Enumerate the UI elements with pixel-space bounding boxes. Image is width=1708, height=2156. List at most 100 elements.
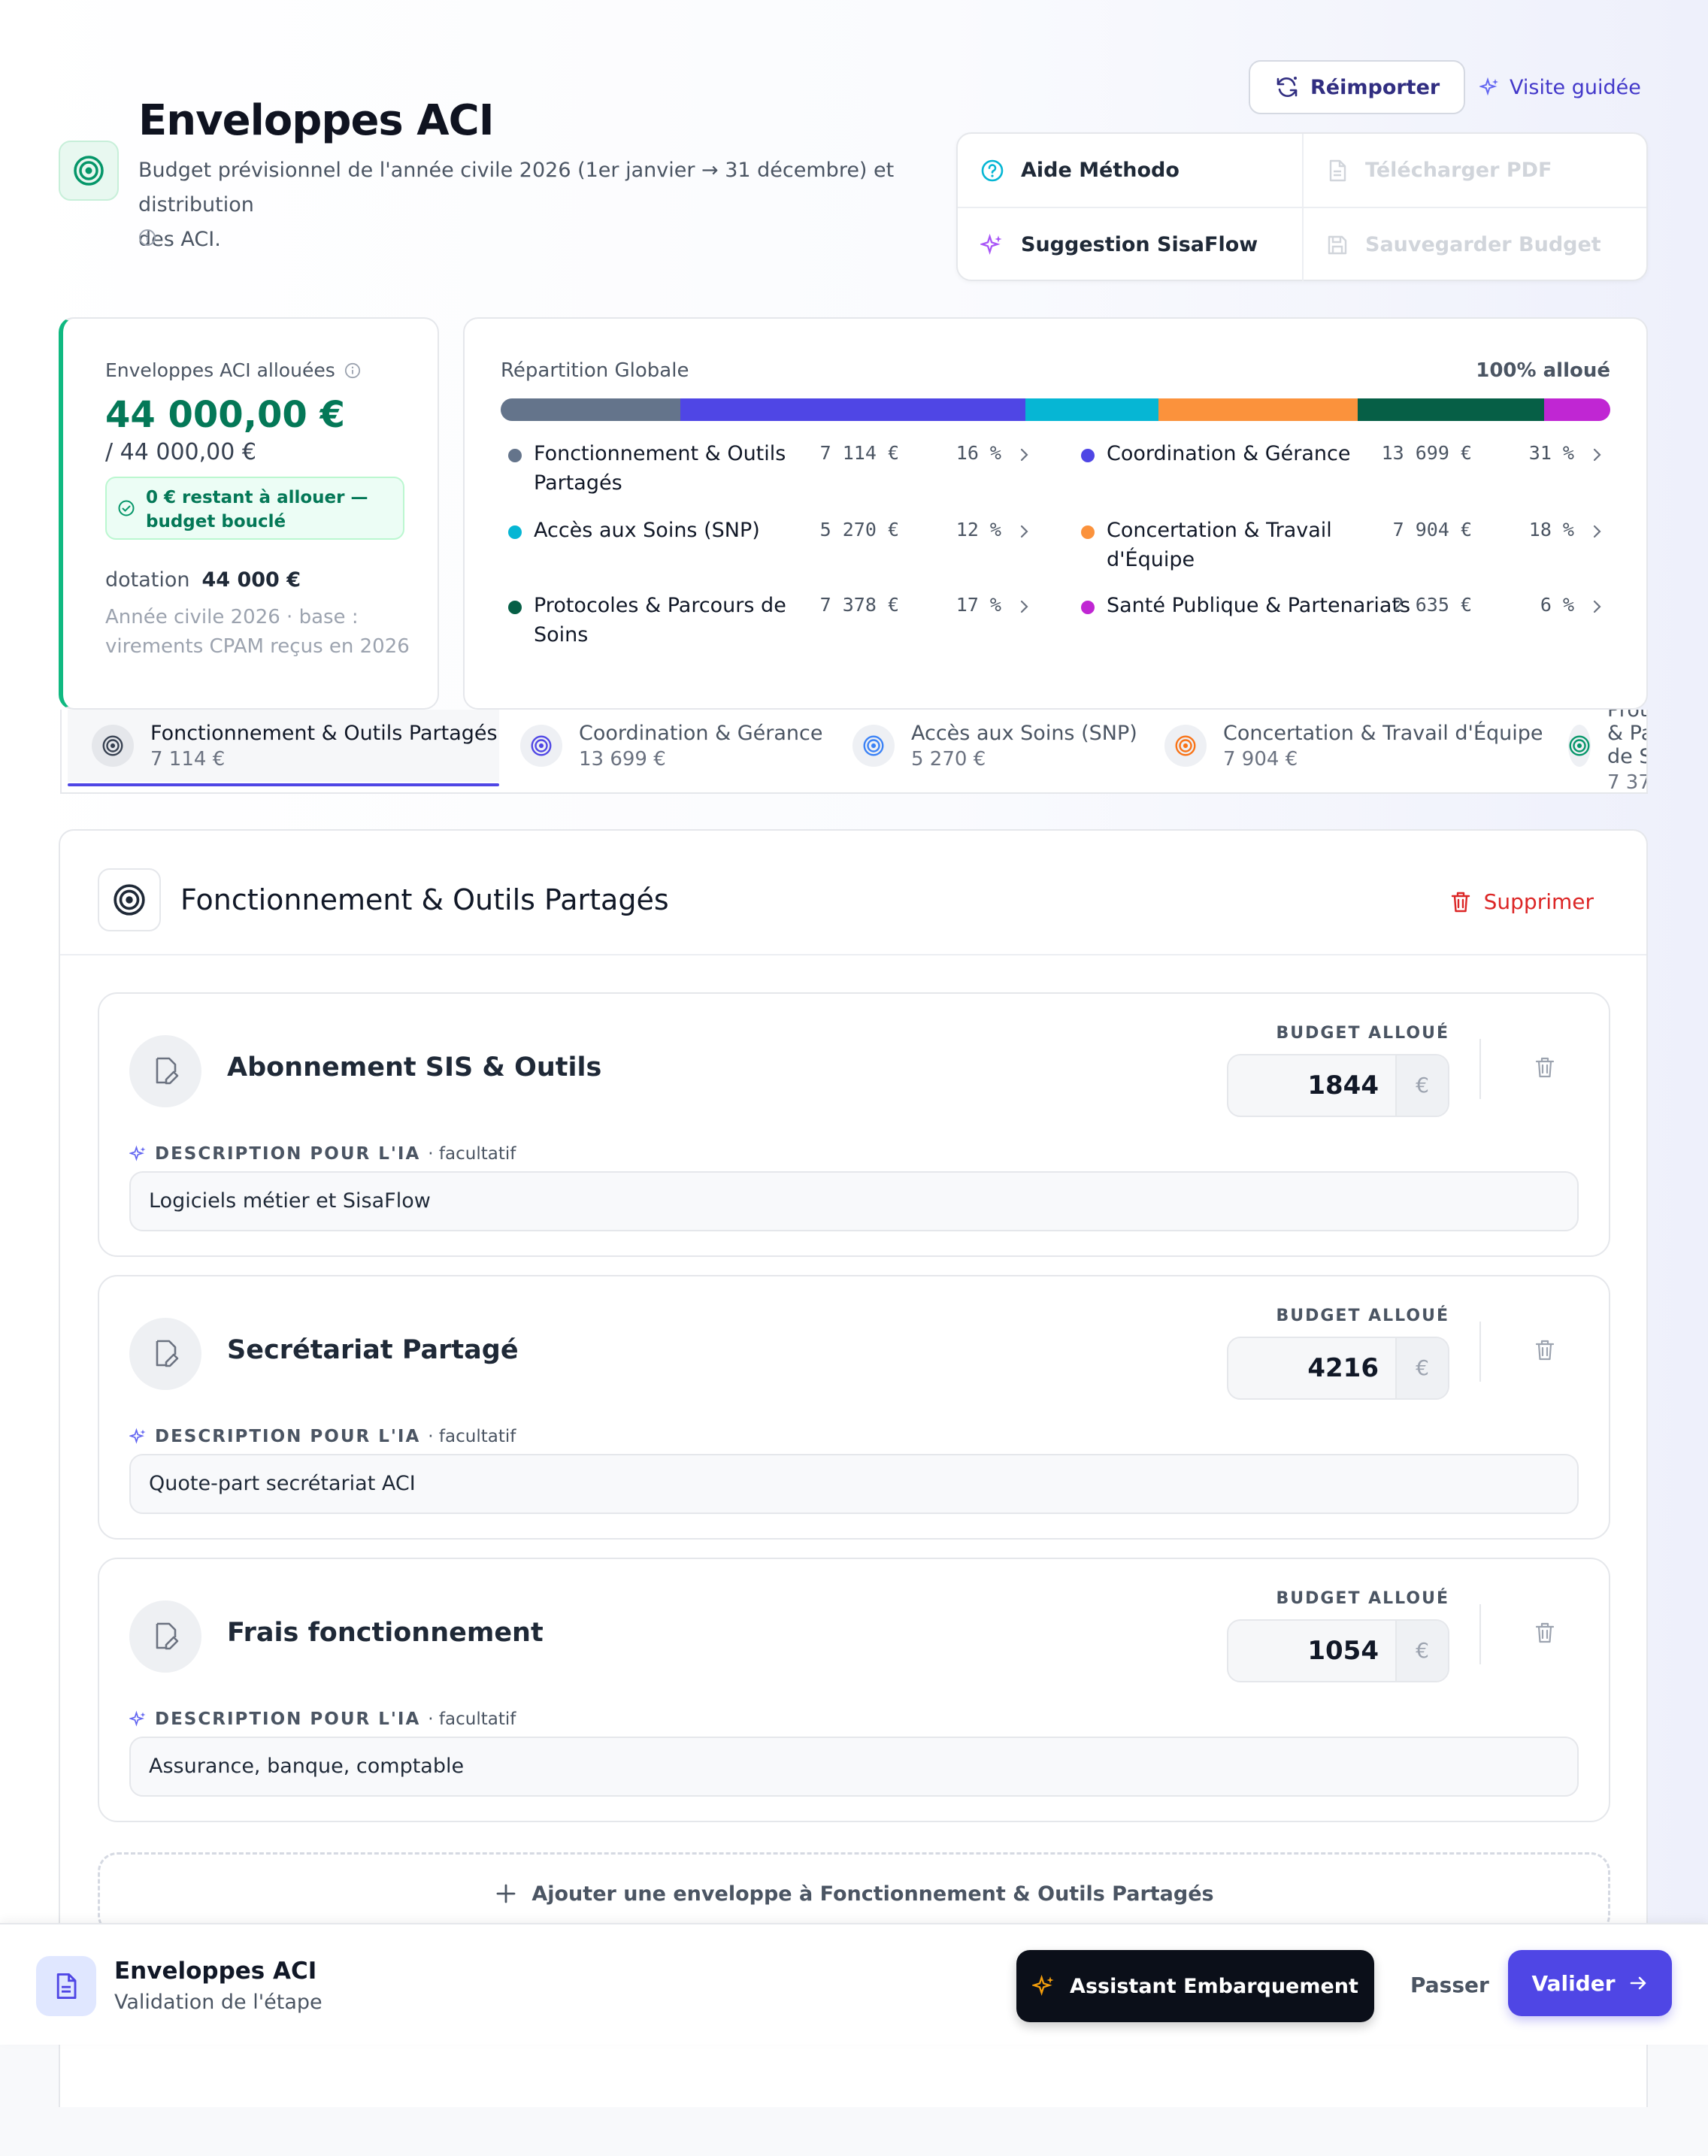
legend-color-dot: [1081, 525, 1095, 539]
sparkles-icon: [1032, 1974, 1054, 1996]
envelope-title[interactable]: Frais fonctionnement: [227, 1618, 544, 1648]
budget-label: BUDGET ALLOUÉ: [1276, 1024, 1449, 1043]
category-tabs: Fonctionnement & Outils Partagés 7 114 € C…: [60, 710, 1648, 794]
tab-category[interactable]: Concertation & Travail d'Équipe 7 904 €: [1164, 710, 1543, 782]
legend-name: Accès aux Soins (SNP): [534, 519, 760, 542]
description-input[interactable]: Logiciels métier et SisaFlow: [129, 1171, 1579, 1231]
save-budget-button[interactable]: Sauvegarder Budget: [1304, 208, 1646, 281]
legend-percent: 12 %: [955, 519, 1001, 541]
tab-amount: 5 270 €: [911, 747, 986, 771]
tab-category[interactable]: Protocoles & Parcours de Soins 7 378 €: [1568, 710, 1648, 792]
budget-amount-field[interactable]: 4216 €: [1227, 1337, 1449, 1400]
footer-subtitle: Validation de l'étape: [114, 1991, 323, 2014]
skip-button[interactable]: Passer: [1410, 1973, 1489, 1997]
target-icon: [98, 868, 161, 931]
trash-icon[interactable]: [1534, 1338, 1556, 1362]
description-label: DESCRIPTION POUR L'IA · facultatif: [129, 1144, 516, 1164]
suggestion-sisaflow-button[interactable]: Suggestion SisaFlow: [958, 208, 1302, 281]
legend-amount: 7 904 €: [1392, 519, 1472, 541]
reimport-label: Réimporter: [1310, 75, 1440, 99]
legend-item[interactable]: Protocoles & Parcours de Soins 7 378 € 17 %: [501, 591, 1042, 659]
legend-percent: 6 %: [1540, 594, 1574, 616]
legend-item[interactable]: Concertation & Travail d'Équipe 7 904 € 18 …: [1074, 516, 1615, 583]
target-icon: [520, 725, 562, 767]
edit-document-icon: [129, 1600, 201, 1673]
tab-category[interactable]: Accès aux Soins (SNP) 5 270 €: [852, 710, 1137, 782]
legend-item[interactable]: Santé Publique & Partenariats 2 635 € 6 %: [1074, 591, 1615, 659]
legend-item[interactable]: Coordination & Gérance 13 699 € 31 %: [1074, 439, 1615, 507]
section-title: Fonctionnement & Outils Partagés: [180, 883, 669, 916]
refresh-icon: [1276, 77, 1298, 97]
legend-name: Santé Publique & Partenariats: [1107, 594, 1411, 617]
chevron-right-icon: [1020, 600, 1028, 613]
legend-amount: 2 635 €: [1392, 594, 1472, 616]
arrow-right-icon: [1630, 1976, 1646, 1990]
envelope-title[interactable]: Abonnement SIS & Outils: [227, 1052, 601, 1083]
tab-amount: 7 904 €: [1223, 747, 1298, 771]
allocated-percent: 100% alloué: [1476, 359, 1610, 382]
legend-amount: 7 114 €: [819, 442, 899, 464]
envelope-title[interactable]: Secrétariat Partagé: [227, 1335, 519, 1365]
tab-name: Accès aux Soins (SNP): [911, 721, 1137, 745]
target-icon: [1568, 725, 1591, 767]
assistant-button[interactable]: Assistant Embarquement: [1016, 1950, 1374, 2022]
trash-icon[interactable]: [1534, 1055, 1556, 1080]
chevron-right-icon: [1020, 525, 1028, 538]
tab-amount: 7 378 €: [1607, 771, 1646, 794]
dotation-note: Année civile 2026 · base : virements CPA…: [105, 606, 410, 658]
chevron-right-icon: [1020, 448, 1028, 462]
dotation: dotation 44 000 €: [105, 568, 301, 592]
legend-color-dot: [1081, 449, 1095, 462]
tab-name: Protocoles & Parcours de Soins: [1607, 710, 1648, 768]
save-icon: [1328, 235, 1347, 254]
chevron-right-icon: [1593, 448, 1601, 462]
sparkles-icon: [129, 1710, 146, 1727]
reimport-button[interactable]: Réimporter: [1249, 60, 1466, 114]
tab-category[interactable]: Fonctionnement & Outils Partagés 7 114 €: [68, 710, 499, 782]
description-input[interactable]: Assurance, banque, comptable: [129, 1737, 1579, 1797]
budget-amount-field[interactable]: 1054 €: [1227, 1619, 1449, 1682]
tab-category[interactable]: Coordination & Gérance 13 699 €: [520, 710, 823, 782]
file-icon: [1329, 159, 1346, 181]
tab-name: Fonctionnement & Outils Partagés: [150, 721, 498, 745]
guided-tour-label: Visite guidée: [1510, 75, 1641, 99]
footer-title: Enveloppes ACI: [114, 1958, 317, 1985]
repartition-card: Répartition Globale 100% alloué Fonction…: [463, 317, 1648, 710]
validate-button[interactable]: Valider: [1508, 1950, 1672, 2016]
legend-amount: 7 378 €: [819, 594, 899, 616]
legend-percent: 17 %: [955, 594, 1001, 616]
target-icon: [852, 725, 895, 767]
tab-amount: 13 699 €: [579, 747, 666, 771]
envelope-card: Abonnement SIS & Outils BUDGET ALLOUÉ 1844…: [98, 992, 1610, 1257]
aide-methodo-button[interactable]: Aide Méthodo: [958, 134, 1302, 207]
check-circle-icon: [118, 500, 135, 516]
chevron-right-icon: [1593, 600, 1601, 613]
legend-item[interactable]: Fonctionnement & Outils Partagés 7 114 € 16…: [501, 439, 1042, 507]
legend-percent: 16 %: [955, 442, 1001, 464]
info-icon[interactable]: [344, 362, 361, 379]
footer-bar: Enveloppes ACI Validation de l'étape Ass…: [0, 1923, 1708, 2045]
legend-color-dot: [508, 449, 522, 462]
delete-category-button[interactable]: Supprimer: [1449, 889, 1594, 914]
download-pdf-button[interactable]: Télécharger PDF: [1304, 134, 1646, 207]
budget-amount-field[interactable]: 1844 €: [1227, 1054, 1449, 1117]
repartition-bar-segment: [1158, 398, 1358, 421]
legend-item[interactable]: Accès aux Soins (SNP) 5 270 € 12 %: [501, 516, 1042, 583]
guided-tour-button[interactable]: Visite guidée: [1479, 60, 1641, 114]
legend-amount: 13 699 €: [1381, 442, 1472, 464]
allocated-summary-card: Enveloppes ACI allouées 44 000,00 € / 44…: [59, 317, 439, 710]
total-amount: / 44 000,00 €: [105, 439, 256, 465]
legend-percent: 31 %: [1528, 442, 1574, 464]
description-input[interactable]: Quote-part secrétariat ACI: [129, 1454, 1579, 1514]
sparkles-icon: [129, 1145, 146, 1161]
tab-name: Coordination & Gérance: [579, 721, 823, 745]
info-icon[interactable]: [138, 229, 156, 247]
sparkles-icon: [980, 233, 1002, 255]
help-circle-icon: [981, 159, 1004, 181]
allocated-label: Enveloppes ACI allouées: [105, 359, 335, 381]
action-grid: Aide Méthodo Télécharger PDF Suggestion …: [956, 132, 1648, 281]
repartition-bar: [501, 398, 1610, 421]
trash-icon[interactable]: [1534, 1621, 1556, 1645]
chevron-right-icon: [1593, 525, 1601, 538]
repartition-bar-segment: [501, 398, 680, 421]
